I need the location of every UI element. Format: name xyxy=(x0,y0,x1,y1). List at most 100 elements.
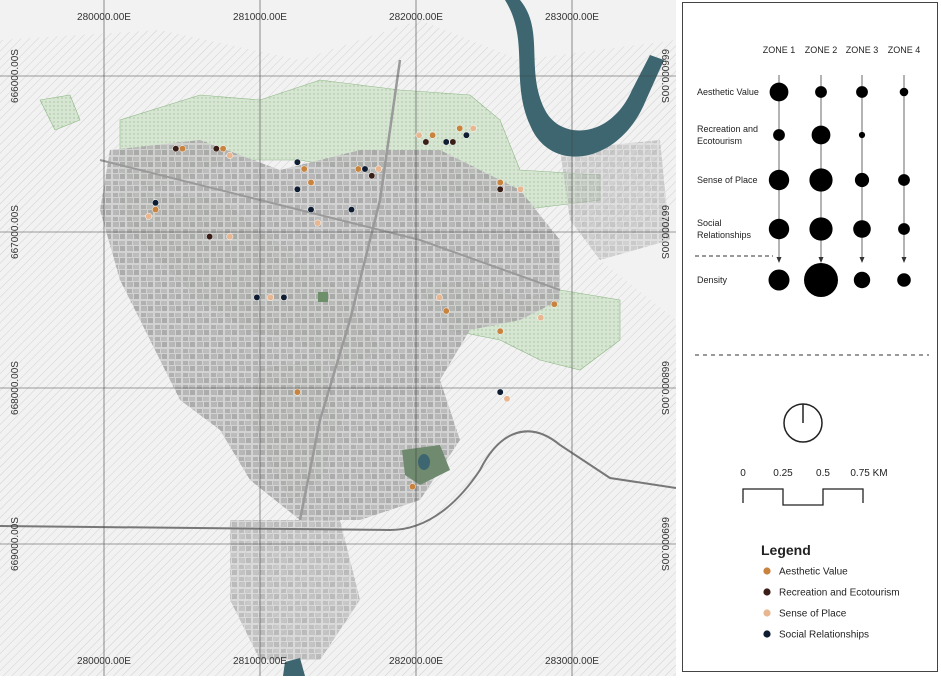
x-coord-label-bottom: 281000.00E xyxy=(233,656,287,667)
zone-value-circle xyxy=(809,168,833,192)
survey-point-social[interactable] xyxy=(280,293,288,301)
survey-point-sense[interactable] xyxy=(503,395,511,403)
zone-row-label: Relationships xyxy=(697,230,752,240)
zone-value-circle xyxy=(856,86,868,98)
survey-point-sense[interactable] xyxy=(537,314,545,322)
legend-swatch-recreation xyxy=(763,588,771,596)
survey-point-social[interactable] xyxy=(442,138,450,146)
zone-value-circle xyxy=(815,86,827,98)
legend: Legend Aesthetic Value Recreation and Eco… xyxy=(761,542,900,641)
survey-point-sense[interactable] xyxy=(226,152,234,159)
survey-point-aesthetic[interactable] xyxy=(152,206,159,214)
zone-matrix: ZONE 1 ZONE 2 ZONE 3 ZONE 4 Aesthetic Value R… xyxy=(695,45,920,297)
survey-point-social[interactable] xyxy=(348,206,355,214)
zone-arrow-head xyxy=(818,257,824,263)
city-park xyxy=(318,292,328,302)
survey-point-social[interactable] xyxy=(462,131,470,139)
scale-label: 0 xyxy=(740,468,746,479)
zone-value-circle xyxy=(768,218,790,240)
scale-label: 0.75 KM xyxy=(850,468,887,479)
y-coord-label-left: 667000.00S xyxy=(10,205,21,259)
survey-point-sense[interactable] xyxy=(266,293,274,301)
zone-row-label: Recreation and xyxy=(697,124,758,134)
survey-point-recreation[interactable] xyxy=(496,185,504,193)
zone-row-label: Sense of Place xyxy=(697,175,758,185)
survey-point-recreation[interactable] xyxy=(368,172,376,180)
legend-label-social: Social Relationships xyxy=(779,630,869,641)
zone-header: ZONE 2 xyxy=(805,45,838,55)
survey-point-social[interactable] xyxy=(253,293,261,301)
survey-point-recreation[interactable] xyxy=(449,138,457,146)
map-panel[interactable]: 280000.00E 281000.00E 282000.00E 283000.… xyxy=(0,0,677,676)
survey-point-social[interactable] xyxy=(293,185,301,193)
survey-point-aesthetic[interactable] xyxy=(456,124,464,132)
y-coord-label-left: 669000.00S xyxy=(10,517,21,571)
legend-title: Legend xyxy=(761,542,811,558)
survey-point-aesthetic[interactable] xyxy=(354,165,362,173)
zone-row-label: Density xyxy=(697,275,728,285)
survey-point-sense[interactable] xyxy=(517,185,524,193)
north-arrow xyxy=(783,403,823,443)
survey-point-sense[interactable] xyxy=(314,219,322,227)
zone-value-circle xyxy=(898,174,910,186)
zone-value-circle xyxy=(769,82,789,102)
city-map[interactable]: 280000.00E 281000.00E 282000.00E 283000.… xyxy=(0,0,677,676)
survey-point-sense[interactable] xyxy=(145,212,153,220)
survey-point-aesthetic[interactable] xyxy=(307,179,315,186)
x-coord-label-top: 282000.00E xyxy=(389,12,443,23)
survey-point-sense[interactable] xyxy=(469,124,477,132)
x-coord-label-bottom: 280000.00E xyxy=(77,656,131,667)
zone-value-circle xyxy=(853,220,871,238)
survey-point-recreation[interactable] xyxy=(172,145,180,153)
zone-header: ZONE 3 xyxy=(846,45,879,55)
zone-value-circle xyxy=(811,125,831,145)
x-coord-label-top: 280000.00E xyxy=(77,12,131,23)
zone-row-label: Social xyxy=(697,218,722,228)
zone-value-circle xyxy=(897,273,911,287)
survey-point-aesthetic[interactable] xyxy=(550,300,558,308)
legend-label-recreation: Recreation and Ecotourism xyxy=(779,588,900,599)
survey-point-aesthetic[interactable] xyxy=(219,145,227,153)
survey-point-recreation[interactable] xyxy=(422,138,430,146)
x-coord-label-top: 283000.00E xyxy=(545,12,599,23)
legend-swatch-social xyxy=(763,630,771,638)
survey-point-recreation[interactable] xyxy=(212,145,220,153)
y-coord-label-right: 669000.00S xyxy=(659,517,670,571)
survey-point-sense[interactable] xyxy=(375,165,383,173)
survey-point-aesthetic[interactable] xyxy=(179,145,186,153)
scale-bar: 0 0.25 0.5 0.75 KM xyxy=(740,468,888,506)
survey-point-aesthetic[interactable] xyxy=(429,131,437,139)
survey-point-social[interactable] xyxy=(293,158,301,166)
survey-point-sense[interactable] xyxy=(415,131,423,139)
survey-point-sense[interactable] xyxy=(435,293,443,301)
zone-row-label: Ecotourism xyxy=(697,136,742,146)
legend-swatch-sense xyxy=(763,609,771,617)
survey-point-aesthetic[interactable] xyxy=(496,327,504,335)
survey-point-aesthetic[interactable] xyxy=(408,483,416,491)
survey-point-aesthetic[interactable] xyxy=(300,165,308,173)
survey-point-social[interactable] xyxy=(496,388,504,396)
survey-point-social[interactable] xyxy=(152,199,159,207)
zone-value-circle xyxy=(854,172,870,188)
survey-point-aesthetic[interactable] xyxy=(496,179,504,186)
zone-header: ZONE 1 xyxy=(763,45,796,55)
survey-point-social[interactable] xyxy=(307,206,315,214)
survey-point-sense[interactable] xyxy=(226,233,234,241)
scale-label: 0.25 xyxy=(773,468,793,479)
y-coord-label-left: 668000.00S xyxy=(10,361,21,415)
legend-swatch-aesthetic xyxy=(763,567,771,575)
zone-header: ZONE 4 xyxy=(888,45,921,55)
zone-row-label: Aesthetic Value xyxy=(697,87,759,97)
zone-arrow-head xyxy=(776,257,782,263)
zone-chart: ZONE 1 ZONE 2 ZONE 3 ZONE 4 Aesthetic Value R… xyxy=(695,45,929,641)
zone-value-circle xyxy=(768,169,790,191)
survey-point-aesthetic[interactable] xyxy=(293,388,301,396)
y-coord-label-right: 668000.00S xyxy=(659,361,670,415)
survey-point-recreation[interactable] xyxy=(206,233,214,241)
zone-value-circle xyxy=(773,129,785,141)
zone-value-circle xyxy=(809,217,833,241)
survey-point-social[interactable] xyxy=(361,165,369,173)
zone-value-circle xyxy=(804,263,838,297)
survey-point-aesthetic[interactable] xyxy=(442,307,450,315)
scale-label: 0.5 xyxy=(816,468,830,479)
